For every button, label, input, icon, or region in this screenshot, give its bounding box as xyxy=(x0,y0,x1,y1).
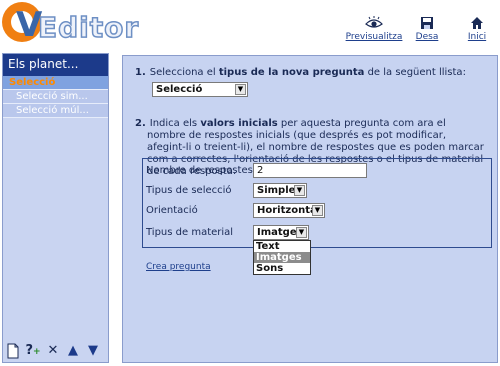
chevron-down-icon: ▼ xyxy=(296,227,307,238)
question-type-select[interactable]: Selecció ▼ xyxy=(152,82,248,97)
question-item-seleccio-multiple[interactable]: Selecció múl... xyxy=(3,104,108,118)
select-value: Selecció xyxy=(156,84,203,95)
step-number: 1. xyxy=(135,67,146,78)
save-label: Desa xyxy=(415,32,439,42)
move-down-icon[interactable]: ▼ xyxy=(85,343,101,359)
orientation-select[interactable]: Horitzontal ▼ xyxy=(253,203,325,218)
question-list-panel: Els planet... Selecció Selecció sim... S… xyxy=(2,53,109,363)
move-up-icon[interactable]: ▲ xyxy=(65,343,81,359)
step-text: Indica els xyxy=(149,118,201,129)
step-number: 2. xyxy=(135,118,146,129)
question-item-seleccio[interactable]: Selecció xyxy=(3,76,108,90)
question-list-toolbar: ?+ ✕ ▲ ▼ xyxy=(5,342,101,360)
step-1-instruction: 1. Selecciona el tipus de la nova pregunt… xyxy=(135,67,487,79)
step-text-bold: valors inicials xyxy=(200,118,278,129)
selection-type-select[interactable]: Simple ▼ xyxy=(253,183,307,198)
delete-x-icon[interactable]: ✕ xyxy=(45,343,61,359)
material-type-dropdown-list: Text Imatges Sons xyxy=(253,240,311,275)
create-question-link[interactable]: Crea pregunta xyxy=(146,262,211,272)
eye-icon xyxy=(365,16,383,28)
material-option-sounds[interactable]: Sons xyxy=(254,263,310,274)
logo-editor-word: Editor xyxy=(37,11,140,45)
preview-label: Previsualitza xyxy=(345,32,403,42)
quiz-title: Els planet... xyxy=(3,54,108,76)
material-type-select[interactable]: Imatges ▼ xyxy=(253,225,309,240)
initial-values-fieldset: Nombre de respostes 2 Tipus de selecció … xyxy=(142,158,492,248)
chevron-down-icon: ▼ xyxy=(312,205,323,216)
response-count-label: Nombre de respostes xyxy=(146,165,253,176)
chevron-down-icon: ▼ xyxy=(235,84,246,95)
select-value: Simple xyxy=(257,185,296,196)
step-text-bold: tipus de la nova pregunta xyxy=(218,67,365,78)
qveditor-logo: V Editor xyxy=(2,2,152,46)
question-item-seleccio-simple[interactable]: Selecció sim... xyxy=(3,90,108,104)
home-button[interactable]: Inici xyxy=(462,16,492,42)
material-type-label: Tipus de material xyxy=(146,227,234,238)
save-button[interactable]: Desa xyxy=(412,16,442,42)
material-option-text[interactable]: Text xyxy=(254,241,310,252)
question-editor-panel: 1. Selecciona el tipus de la nova pregunt… xyxy=(122,55,498,363)
step-text: Selecciona el xyxy=(149,67,219,78)
home-icon xyxy=(471,17,483,29)
orientation-label: Orientació xyxy=(146,205,198,216)
select-value: Horitzontal xyxy=(257,205,321,216)
floppy-disk-icon xyxy=(421,17,433,29)
preview-button[interactable]: Previsualitza xyxy=(344,16,404,42)
step-text: de la següent llista: xyxy=(364,67,466,78)
home-label: Inici xyxy=(467,32,487,42)
material-option-images[interactable]: Imatges xyxy=(254,252,310,263)
response-count-input[interactable]: 2 xyxy=(253,163,367,178)
new-page-icon[interactable] xyxy=(5,343,21,359)
app-header: V Editor Previsualitza Desa Inici xyxy=(0,0,500,48)
chevron-down-icon: ▼ xyxy=(294,185,305,196)
help-add-icon[interactable]: ?+ xyxy=(25,343,41,359)
selection-type-label: Tipus de selecció xyxy=(146,185,232,196)
